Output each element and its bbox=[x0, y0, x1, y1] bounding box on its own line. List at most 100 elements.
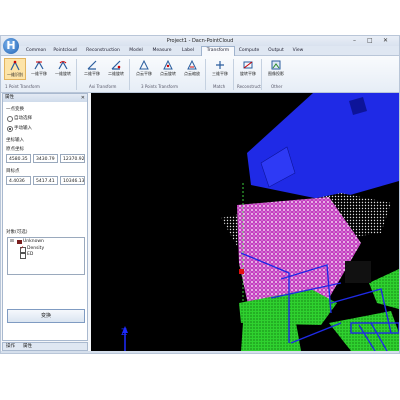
points-rotate-button[interactable]: 点云旋转 bbox=[157, 58, 179, 80]
properties-panel: 属性 ✕ 一点变换 自动选择 手动输入 坐标输入 原点坐标 4580.35 34… bbox=[2, 93, 88, 341]
match-translate-label: 三维平移 bbox=[212, 71, 228, 76]
tab-compute[interactable]: Compute bbox=[235, 47, 263, 55]
point-cloud-scene: Z X Y bbox=[121, 93, 399, 351]
tab-output[interactable]: Output bbox=[265, 47, 287, 55]
coords-heading: 坐标输入 bbox=[6, 138, 24, 143]
tab-label[interactable]: Label bbox=[178, 47, 198, 55]
radio-auto-label: 自动选择 bbox=[14, 116, 32, 121]
radio-manual[interactable] bbox=[7, 126, 13, 132]
axis-rotate-icon bbox=[111, 60, 121, 70]
panel-bottom-tabs: 操作 属性 bbox=[2, 342, 88, 351]
ribbon-separator bbox=[129, 59, 130, 90]
tab-reconstruction[interactable]: Reconstruction bbox=[83, 47, 123, 55]
title-bar: Project1 - Dacn-PointCloud – □ ✕ bbox=[1, 36, 399, 46]
maximize-button[interactable]: □ bbox=[367, 37, 373, 44]
points-translate-button[interactable]: 点云平移 bbox=[133, 58, 155, 80]
target-y-field[interactable]: 5417.41 bbox=[33, 176, 58, 185]
points-scale-button[interactable]: 点云缩放 bbox=[181, 58, 203, 80]
point-z-field[interactable]: 12370.92 bbox=[60, 154, 85, 163]
panel-title: 属性 bbox=[3, 94, 87, 102]
one-point-recognize-button[interactable]: 一维识别 bbox=[4, 58, 26, 80]
object-tree: ⊟ Unknown ✓ Density ED bbox=[7, 237, 85, 275]
one-point-translate-button[interactable]: 一维平移 bbox=[28, 58, 50, 80]
translate-icon bbox=[34, 60, 44, 70]
match-translate-button[interactable]: 三维平移 bbox=[209, 58, 231, 80]
axis-rotate-label: 二维旋转 bbox=[108, 71, 124, 76]
one-point-rotate-label: 一维旋转 bbox=[55, 71, 71, 76]
reconstruct-icon bbox=[243, 61, 253, 69]
ribbon-separator bbox=[76, 59, 77, 90]
target-x-field[interactable]: 4.4036 bbox=[6, 176, 31, 185]
point-label: 原点坐标 bbox=[6, 147, 24, 152]
image-project-button[interactable]: 图像投影 bbox=[265, 58, 287, 80]
axis-rotate-button[interactable]: 二维旋转 bbox=[105, 58, 127, 80]
axis-translate-icon bbox=[87, 60, 97, 70]
group-label-reconstruct: Reconstruct bbox=[237, 84, 261, 89]
group-label-match: Match bbox=[213, 84, 226, 89]
tree-item-density[interactable]: Density bbox=[27, 246, 44, 251]
target-z-field[interactable]: 10346.13 bbox=[60, 176, 85, 185]
point-y-field[interactable]: 3430.79 bbox=[33, 154, 58, 163]
window-title: Project1 - Dacn-PointCloud bbox=[166, 38, 234, 44]
tab-operation[interactable]: 操作 bbox=[6, 343, 15, 351]
group-label-1point: 1 Point Transform bbox=[5, 84, 40, 89]
ribbon-separator bbox=[205, 59, 206, 90]
tab-common[interactable]: Common bbox=[23, 47, 49, 55]
minimize-button[interactable]: – bbox=[353, 37, 356, 44]
folder-icon bbox=[17, 240, 22, 244]
match-icon bbox=[216, 61, 224, 69]
reconstruct-label: 旋转平移 bbox=[240, 71, 256, 76]
point-x-field[interactable]: 4580.35 bbox=[6, 154, 31, 163]
tab-model[interactable]: Model bbox=[125, 47, 147, 55]
group-label-axis: Axi Transform bbox=[89, 84, 117, 89]
one-point-rotate-button[interactable]: 一维旋转 bbox=[52, 58, 74, 80]
reconstruct-button[interactable]: 旋转平移 bbox=[237, 58, 259, 80]
group-label-other: Other bbox=[271, 84, 283, 89]
target-label: 目标点 bbox=[6, 169, 20, 174]
tree-expand-icon[interactable]: ⊟ bbox=[10, 239, 14, 244]
point-pick-icon bbox=[10, 60, 20, 71]
ribbon-separator bbox=[233, 59, 234, 90]
app-logo-icon[interactable]: H bbox=[3, 38, 19, 54]
ribbon: 一维识别 一维平移 一维旋转 二维平移 二维旋转 点云平移 点云旋转 点云缩放 … bbox=[1, 56, 399, 93]
tree-item-unknown[interactable]: Unknown bbox=[23, 239, 44, 244]
3d-viewport[interactable]: Z X Y bbox=[91, 93, 399, 351]
dark-region bbox=[345, 261, 371, 283]
points-scale-label: 点云缩放 bbox=[184, 71, 200, 76]
panel-close-icon[interactable]: ✕ bbox=[81, 94, 85, 102]
section-one-point: 一点变换 bbox=[6, 107, 24, 112]
tree-heading: 对象(可选) bbox=[6, 230, 28, 235]
ribbon-separator bbox=[261, 59, 262, 90]
tab-properties[interactable]: 属性 bbox=[23, 343, 32, 351]
points-translate-label: 点云平移 bbox=[136, 71, 152, 76]
tab-pointcloud[interactable]: Pointcloud bbox=[51, 47, 79, 55]
tree-item-ed[interactable]: ED bbox=[27, 252, 33, 257]
rotate-icon bbox=[58, 60, 68, 70]
radio-manual-label: 手动输入 bbox=[14, 126, 32, 131]
status-bar bbox=[1, 351, 399, 353]
green-points bbox=[329, 311, 399, 351]
points-translate-icon bbox=[139, 59, 149, 70]
axis-translate-label: 二维平移 bbox=[84, 71, 100, 76]
image-project-icon bbox=[271, 60, 281, 70]
apply-transform-button[interactable]: 变换 bbox=[7, 309, 85, 323]
one-point-recognize-label: 一维识别 bbox=[7, 72, 23, 77]
app-window: Project1 - Dacn-PointCloud – □ ✕ H Commo… bbox=[0, 35, 400, 354]
points-scale-icon bbox=[187, 59, 197, 70]
radio-auto[interactable] bbox=[7, 116, 13, 122]
group-label-3points: 3 Points Transform bbox=[141, 84, 178, 89]
tab-measure[interactable]: Measure bbox=[149, 47, 175, 55]
points-rotate-label: 点云旋转 bbox=[160, 71, 176, 76]
check-icon: ✓ bbox=[20, 245, 25, 251]
selected-point-marker[interactable] bbox=[239, 269, 244, 274]
checkbox-ed[interactable] bbox=[20, 253, 26, 259]
ribbon-tab-row: Common Pointcloud Reconstruction Model M… bbox=[1, 46, 399, 56]
close-button[interactable]: ✕ bbox=[383, 37, 388, 44]
one-point-translate-label: 一维平移 bbox=[31, 71, 47, 76]
tab-view[interactable]: View bbox=[289, 47, 307, 55]
tab-transform[interactable]: Transform bbox=[201, 46, 235, 56]
axis-z-label: Z bbox=[121, 328, 127, 338]
axis-gizmo bbox=[122, 326, 128, 351]
axis-translate-button[interactable]: 二维平移 bbox=[81, 58, 103, 80]
image-project-label: 图像投影 bbox=[268, 71, 284, 76]
